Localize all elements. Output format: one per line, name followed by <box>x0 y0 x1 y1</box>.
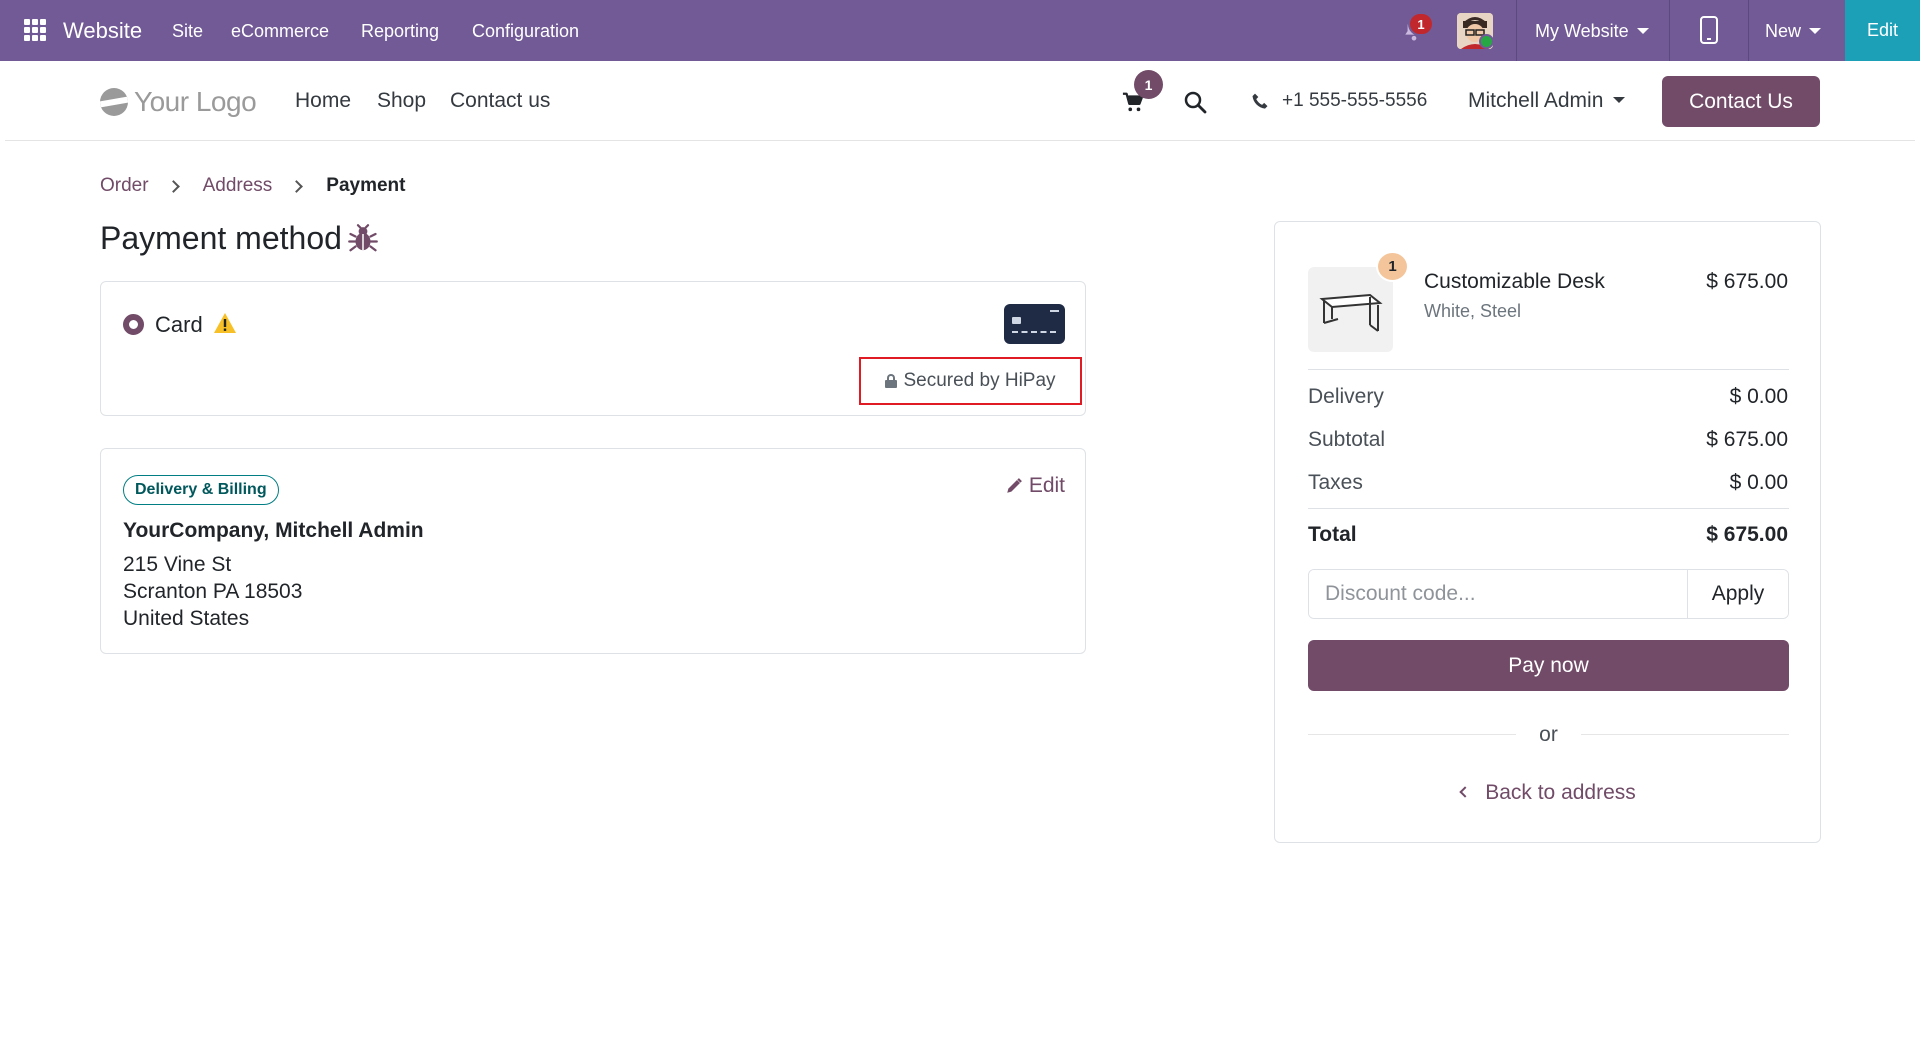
card-radio-button[interactable] <box>123 314 144 335</box>
phone-number[interactable]: +1 555-555-5556 <box>1282 90 1427 112</box>
site-header: Your Logo Home Shop Contact us 1 +1 555-… <box>5 61 1915 141</box>
contact-us-button[interactable]: Contact Us <box>1662 76 1820 127</box>
delivery-billing-badge: Delivery & Billing <box>123 475 279 505</box>
chevron-right-icon <box>290 179 304 193</box>
online-status-dot <box>1479 34 1494 49</box>
product-name[interactable]: Customizable Desk <box>1424 270 1605 294</box>
admin-app-name[interactable]: Website <box>63 18 142 44</box>
discount-code-group: Apply <box>1308 569 1789 619</box>
user-menu[interactable]: Mitchell Admin <box>1468 89 1626 113</box>
product-price: $ 675.00 <box>1706 270 1788 293</box>
divider <box>1308 508 1789 509</box>
nav-contact-us[interactable]: Contact us <box>450 89 550 113</box>
address-street: 215 Vine St <box>123 553 232 576</box>
edit-address-link[interactable]: Edit <box>1005 474 1065 498</box>
caret-down-icon <box>1613 97 1626 103</box>
nav-shop[interactable]: Shop <box>377 89 426 113</box>
delivery-value: $ 0.00 <box>1729 385 1788 408</box>
bug-icon[interactable] <box>348 224 378 254</box>
address-city: Scranton PA 18503 <box>123 580 303 603</box>
user-menu-label: Mitchell Admin <box>1468 89 1604 112</box>
warning-icon <box>214 313 236 333</box>
or-separator: or <box>1539 723 1558 746</box>
secured-by-provider: Secured by HiPay <box>859 357 1082 405</box>
site-logo[interactable]: Your Logo <box>100 86 257 118</box>
order-summary-card: 1 Customizable Desk White, Steel $ 675.0… <box>1274 221 1821 843</box>
breadcrumb-order[interactable]: Order <box>100 175 149 197</box>
nav-home[interactable]: Home <box>295 89 351 113</box>
caret-down-icon <box>1636 28 1649 34</box>
admin-menu-site[interactable]: Site <box>172 21 203 42</box>
total-value: $ 675.00 <box>1706 523 1788 546</box>
divider <box>1308 369 1789 370</box>
admin-menu-ecommerce[interactable]: eCommerce <box>231 21 329 42</box>
edit-label: Edit <box>1028 474 1065 497</box>
back-to-address-label: Back to address <box>1485 781 1636 804</box>
divider <box>1516 0 1517 61</box>
chevron-right-icon <box>166 179 180 193</box>
delivery-label: Delivery <box>1308 385 1384 408</box>
address-card: Delivery & Billing Edit YourCompany, Mit… <box>100 448 1086 654</box>
website-selector[interactable]: My Website <box>1535 21 1649 42</box>
product-variant: White, Steel <box>1424 301 1522 321</box>
desk-image <box>1319 293 1383 332</box>
phone-icon <box>1252 93 1268 109</box>
secured-text: Secured by HiPay <box>903 370 1056 391</box>
payment-method-card: Card Secured by HiPay <box>100 281 1086 416</box>
total-label: Total <box>1308 523 1357 546</box>
website-selector-label: My Website <box>1535 21 1629 41</box>
address-name: YourCompany, Mitchell Admin <box>123 519 424 542</box>
admin-menu-configuration[interactable]: Configuration <box>472 21 579 42</box>
page-title: Payment method <box>100 220 342 256</box>
admin-top-bar: Website Site eCommerce Reporting Configu… <box>0 0 1920 61</box>
apply-discount-button[interactable]: Apply <box>1687 570 1788 618</box>
taxes-value: $ 0.00 <box>1729 471 1788 494</box>
checkout-breadcrumb: Order Address Payment <box>100 175 405 197</box>
subtotal-value: $ 675.00 <box>1706 428 1788 451</box>
back-to-address-link[interactable]: Back to address <box>1275 781 1822 805</box>
logo-text: Your Logo <box>134 86 257 117</box>
logo-mark-icon <box>100 88 128 116</box>
chevron-left-icon <box>1459 786 1471 798</box>
pencil-icon <box>1007 478 1022 493</box>
mobile-preview-icon[interactable] <box>1700 16 1718 44</box>
pay-now-button[interactable]: Pay now <box>1308 640 1789 691</box>
notification-count-badge: 1 <box>1408 12 1434 36</box>
card-option-label[interactable]: Card <box>155 312 203 338</box>
breadcrumb-address[interactable]: Address <box>203 175 273 197</box>
search-icon[interactable] <box>1183 90 1207 114</box>
credit-card-icon <box>1004 304 1065 344</box>
taxes-label: Taxes <box>1308 471 1363 494</box>
address-country: United States <box>123 607 250 630</box>
admin-menu-reporting[interactable]: Reporting <box>361 21 439 42</box>
discount-code-input[interactable] <box>1309 570 1687 618</box>
new-button[interactable]: New <box>1765 21 1822 42</box>
divider <box>1669 0 1670 61</box>
caret-down-icon <box>1809 28 1822 34</box>
apps-grid-icon[interactable] <box>24 19 46 41</box>
lock-icon <box>885 374 898 388</box>
subtotal-label: Subtotal <box>1308 428 1386 451</box>
product-thumbnail[interactable] <box>1308 267 1393 352</box>
breadcrumb-payment: Payment <box>326 175 406 196</box>
edit-website-button[interactable]: Edit <box>1845 0 1920 61</box>
product-quantity-badge: 1 <box>1376 251 1409 282</box>
new-button-label: New <box>1765 21 1802 41</box>
divider <box>1748 0 1749 61</box>
cart-count-badge: 1 <box>1134 70 1163 99</box>
